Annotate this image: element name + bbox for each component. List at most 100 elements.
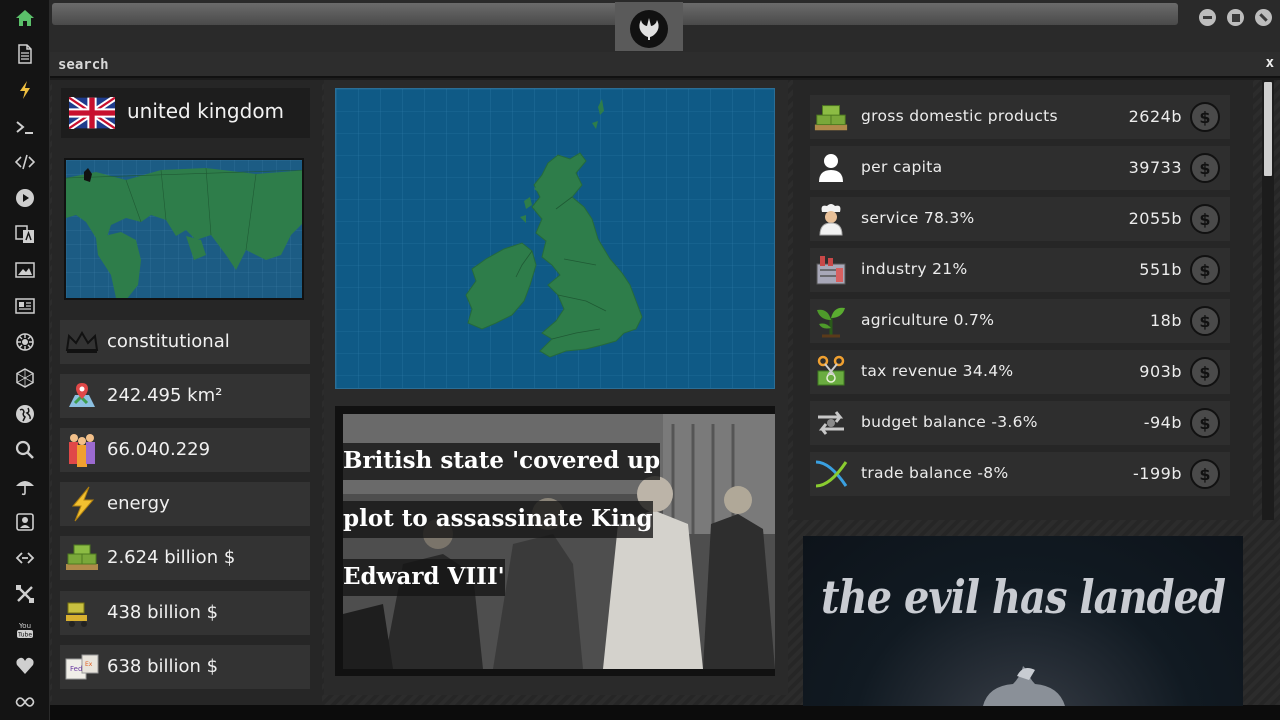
government-type: constitutional [107, 331, 230, 352]
forklift-icon [64, 595, 100, 631]
uk-flag-icon [69, 97, 115, 129]
economy-value: -94b [1143, 413, 1182, 432]
area-value: 242.495 km² [107, 385, 223, 406]
rebel-alliance-logo [630, 10, 668, 48]
economy-value: 2055b [1128, 209, 1182, 228]
economy-row-industry[interactable]: industry 21% 551b $ [810, 248, 1230, 292]
economy-label: tax revenue 34.4% [861, 362, 1014, 380]
economy-label: industry 21% [861, 260, 968, 278]
country-map[interactable] [335, 88, 775, 389]
economy-label: per capita [861, 158, 943, 176]
crown-icon [64, 324, 100, 360]
economy-row-agriculture[interactable]: agriculture 0.7% 18b $ [810, 299, 1230, 343]
dollar-button[interactable]: $ [1190, 459, 1220, 489]
country-header[interactable]: united kingdom [61, 88, 310, 138]
economy-row-budget[interactable]: budget balance -3.6% -94b $ [810, 401, 1230, 445]
dollar-button[interactable]: $ [1190, 255, 1220, 285]
energy-icon [64, 486, 100, 522]
eagle-statue-icon [983, 666, 1065, 706]
economy-label: gross domestic products [861, 107, 1058, 125]
imports-row[interactable]: 438 billion $ [60, 591, 310, 635]
dollar-button[interactable]: $ [1190, 408, 1220, 438]
news-card[interactable]: British state 'covered up plot to assass… [335, 406, 775, 676]
money-pallet-icon [813, 99, 849, 135]
bottom-bar [50, 705, 1280, 720]
minimize-button[interactable] [1199, 9, 1216, 26]
economy-row-gdp[interactable]: gross domestic products 2624b $ [810, 95, 1230, 139]
headline-line-1: British state 'covered up [343, 443, 661, 480]
bolt-icon[interactable] [13, 78, 37, 102]
hexagon-icon[interactable] [13, 366, 37, 390]
population-icon [64, 432, 100, 468]
dollar-button[interactable]: $ [1190, 204, 1220, 234]
economy-row-trade[interactable]: trade balance -8% -199b $ [810, 452, 1230, 496]
tax-scissors-icon [813, 354, 849, 390]
economy-value: -199b [1133, 464, 1182, 483]
title-bar [50, 0, 1280, 52]
svg-text:Ex: Ex [85, 661, 93, 668]
government-row[interactable]: constitutional [60, 320, 310, 364]
economy-value: 2624b [1128, 107, 1182, 126]
maximize-button[interactable] [1227, 9, 1244, 26]
link-icon[interactable] [13, 546, 37, 570]
play-icon[interactable] [13, 186, 37, 210]
close-button[interactable] [1255, 9, 1272, 26]
youtube-icon[interactable]: You Tube [13, 618, 37, 642]
dollar-button[interactable]: $ [1190, 153, 1220, 183]
home-icon[interactable] [13, 6, 37, 30]
balance-arrows-icon [813, 405, 849, 441]
document-icon[interactable] [13, 42, 37, 66]
gdp-value: 2.624 billion $ [107, 547, 236, 568]
scrollbar-thumb[interactable] [1264, 82, 1272, 176]
economy-row-per-capita[interactable]: per capita 39733 $ [810, 146, 1230, 190]
svg-text:Fed: Fed [70, 665, 82, 673]
person-icon [813, 150, 849, 186]
search-close-button[interactable]: x [1266, 55, 1274, 71]
economy-label: trade balance -8% [861, 464, 1009, 482]
map-pin-icon [64, 378, 100, 414]
news-photo: British state 'covered up plot to assass… [343, 414, 775, 669]
economy-value: 551b [1139, 260, 1182, 279]
news-icon[interactable] [13, 294, 37, 318]
translate-icon[interactable] [13, 222, 37, 246]
code-icon[interactable] [13, 150, 37, 174]
economy-value: 903b [1139, 362, 1182, 381]
economy-value: 18b [1149, 311, 1182, 330]
economy-scrollbar[interactable] [1262, 80, 1274, 520]
economy-row-tax[interactable]: tax revenue 34.4% 903b $ [810, 350, 1230, 394]
search-input[interactable] [54, 55, 1154, 75]
energy-row[interactable]: energy [60, 482, 310, 526]
exports-row[interactable]: Fed Ex 638 billion $ [60, 645, 310, 689]
globe-icon[interactable] [13, 402, 37, 426]
energy-label: energy [107, 493, 170, 514]
contact-icon[interactable] [13, 510, 37, 534]
image-icon[interactable] [13, 258, 37, 282]
headline-line-3: Edward VIII' [343, 559, 505, 596]
exports-value: 638 billion $ [107, 656, 219, 677]
dollar-button[interactable]: $ [1190, 102, 1220, 132]
promo-banner[interactable]: the evil has landed [803, 536, 1243, 706]
plant-icon [813, 303, 849, 339]
population-row[interactable]: 66.040.229 [60, 428, 310, 472]
heart-icon[interactable] [13, 654, 37, 678]
logo-tab[interactable] [615, 2, 683, 51]
settings-icon[interactable] [13, 330, 37, 354]
gdp-row[interactable]: 2.624 billion $ [60, 536, 310, 580]
economy-label: service 78.3% [861, 209, 975, 227]
infinity-icon[interactable] [13, 690, 37, 714]
search-icon[interactable] [13, 438, 37, 462]
news-headline[interactable]: British state 'covered up plot to assass… [343, 432, 663, 606]
dollar-button[interactable]: $ [1190, 306, 1220, 336]
package-icon: Fed Ex [64, 649, 100, 685]
umbrella-icon[interactable] [13, 474, 37, 498]
country-name: united kingdom [127, 99, 285, 123]
population-value: 66.040.229 [107, 439, 211, 460]
svg-text:You: You [18, 622, 31, 630]
world-minimap[interactable] [64, 158, 304, 300]
area-row[interactable]: 242.495 km² [60, 374, 310, 418]
economy-row-service[interactable]: service 78.3% 2055b $ [810, 197, 1230, 241]
dollar-button[interactable]: $ [1190, 357, 1220, 387]
headline-line-2: plot to assassinate King [343, 501, 653, 538]
terminal-icon[interactable] [13, 115, 37, 139]
tools-icon[interactable] [13, 582, 37, 606]
